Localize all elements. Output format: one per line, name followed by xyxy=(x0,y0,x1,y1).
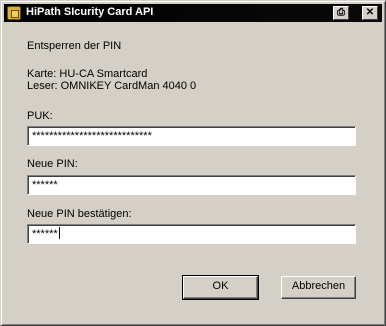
puk-value: **************************** xyxy=(32,130,152,142)
confirm-pin-value: ****** xyxy=(32,228,58,240)
close-icon: ✕ xyxy=(365,7,375,18)
window-title: HiPath SIcurity Card API xyxy=(26,6,154,18)
puk-input[interactable]: **************************** xyxy=(27,126,356,146)
ok-button[interactable]: OK xyxy=(182,275,259,300)
close-button[interactable]: ✕ xyxy=(362,6,378,20)
confirm-pin-input[interactable]: ****** xyxy=(27,224,356,244)
printer-icon: ⎙ xyxy=(337,7,345,18)
new-pin-input[interactable]: ****** xyxy=(27,175,356,195)
smartcard-icon xyxy=(7,6,21,20)
dialog-window: HiPath SIcurity Card API ⎙ ✕ Entsperren … xyxy=(0,0,386,326)
new-pin-value: ****** xyxy=(32,179,58,191)
new-pin-label: Neue PIN: xyxy=(27,158,78,170)
card-info: Karte: HU-CA Smartcard xyxy=(27,68,148,80)
title-bar[interactable]: HiPath SIcurity Card API ⎙ ✕ xyxy=(4,4,382,22)
confirm-pin-label: Neue PIN bestätigen: xyxy=(27,208,132,220)
dialog-heading: Entsperren der PIN xyxy=(27,40,122,52)
print-button[interactable]: ⎙ xyxy=(333,6,349,20)
text-caret xyxy=(58,227,60,239)
reader-info: Leser: OMNIKEY CardMan 4040 0 xyxy=(27,80,197,92)
cancel-button[interactable]: Abbrechen xyxy=(281,276,356,299)
puk-label: PUK: xyxy=(27,110,53,122)
